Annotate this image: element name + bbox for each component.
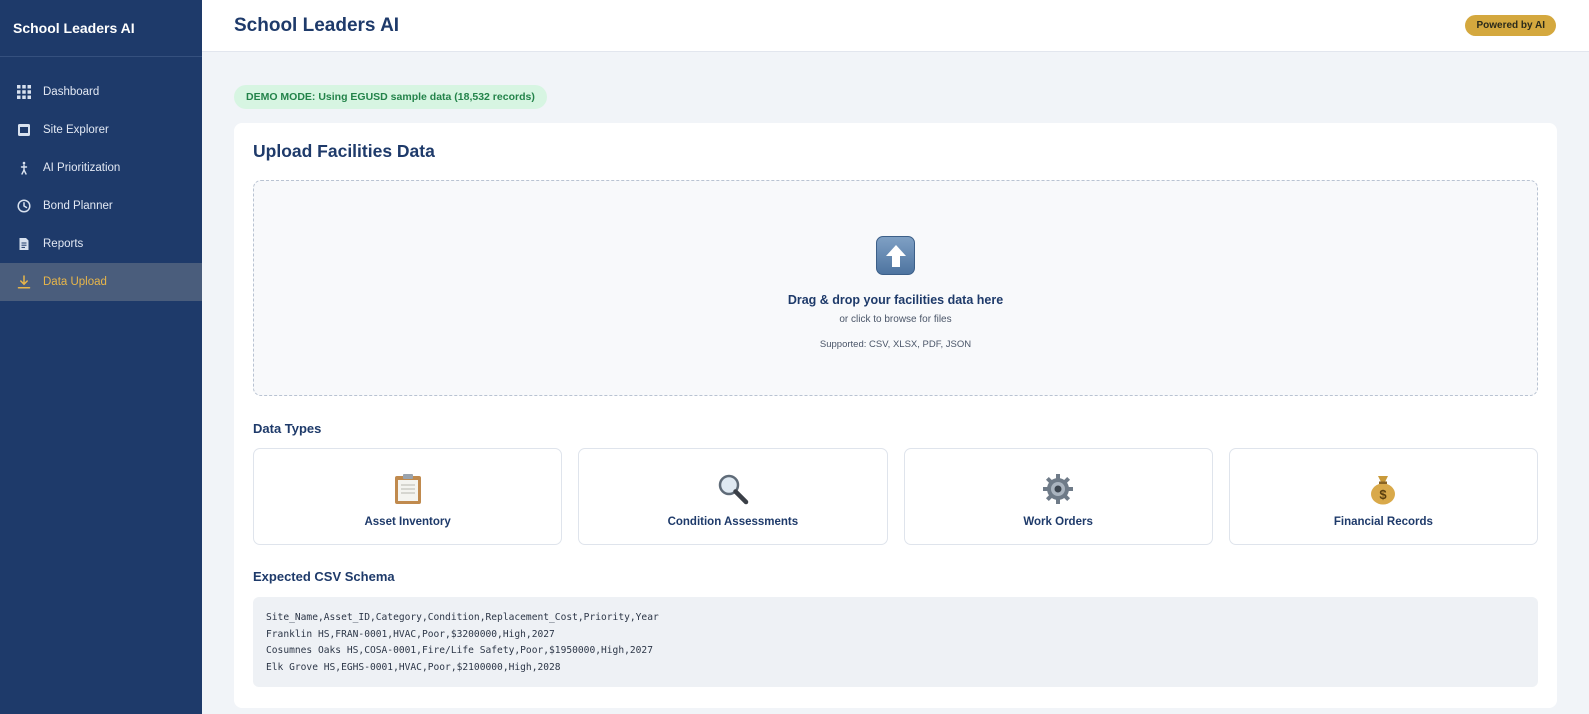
upload-card: Upload Facilities Data Drag & drop your … xyxy=(234,123,1557,708)
schema-line: Franklin HS,FRAN-0001,HVAC,Poor,$3200000… xyxy=(266,628,555,640)
download-icon xyxy=(16,275,31,290)
sidebar-item-site-explorer[interactable]: Site Explorer xyxy=(0,111,202,149)
data-type-label: Work Orders xyxy=(1023,515,1093,528)
sidebar-nav: Dashboard Site Explorer AI Prioritizatio… xyxy=(0,73,202,301)
sidebar-brand: School Leaders AI xyxy=(0,0,202,57)
data-type-label: Condition Assessments xyxy=(667,515,799,528)
dropzone-subtitle: or click to browse for files xyxy=(839,314,952,325)
upload-arrow-icon xyxy=(876,236,915,275)
main: School Leaders AI Powered by AI DEMO MOD… xyxy=(202,0,1589,714)
data-type-asset-inventory[interactable]: Asset Inventory xyxy=(253,448,563,545)
gear-icon xyxy=(1041,472,1075,506)
top-bar: School Leaders AI Powered by AI xyxy=(202,0,1589,52)
sidebar-item-label: Site Explorer xyxy=(43,124,109,136)
file-dropzone[interactable]: Drag & drop your facilities data here or… xyxy=(253,180,1538,396)
schema-line: Site_Name,Asset_ID,Category,Condition,Re… xyxy=(266,612,659,623)
upload-title: Upload Facilities Data xyxy=(253,141,435,161)
page-title: School Leaders AI xyxy=(234,14,400,36)
sidebar-item-data-upload[interactable]: Data Upload xyxy=(0,263,202,301)
sidebar-item-label: AI Prioritization xyxy=(43,162,121,174)
demo-mode-banner: DEMO MODE: Using EGUSD sample data (18,5… xyxy=(234,85,547,109)
sidebar-item-label: Bond Planner xyxy=(43,200,113,212)
powered-by-badge: Powered by AI xyxy=(1465,15,1556,36)
schema-line: Cosumnes Oaks HS,COSA-0001,Fire/Life Saf… xyxy=(266,645,653,656)
sidebar-item-ai-prioritization[interactable]: AI Prioritization xyxy=(0,149,202,187)
data-type-financial-records[interactable]: $ Financial Records xyxy=(1228,448,1538,545)
magnifier-icon xyxy=(716,472,750,506)
person-walk-icon xyxy=(16,161,31,176)
data-types-grid: Asset Inventory Condition Assessments Wo… xyxy=(253,448,1538,545)
schema-title: Expected CSV Schema xyxy=(253,569,395,584)
svg-text:$: $ xyxy=(1380,487,1388,502)
schema-line: Elk Grove HS,EGHS-0001,HVAC,Poor,$210000… xyxy=(266,661,561,673)
sidebar-item-reports[interactable]: Reports xyxy=(0,225,202,263)
dropzone-title: Drag & drop your facilities data here xyxy=(787,293,1004,307)
sidebar-item-label: Dashboard xyxy=(43,86,100,98)
sidebar: School Leaders AI Dashboard Site Explore… xyxy=(0,0,202,714)
data-type-label: Financial Records xyxy=(1333,515,1433,528)
building-icon xyxy=(16,123,31,138)
document-icon xyxy=(16,237,31,252)
sidebar-item-label: Reports xyxy=(43,238,84,250)
clipboard-icon xyxy=(391,472,425,506)
content: DEMO MODE: Using EGUSD sample data (18,5… xyxy=(202,52,1589,708)
sidebar-item-label: Data Upload xyxy=(43,276,107,288)
sidebar-item-dashboard[interactable]: Dashboard xyxy=(0,73,202,111)
sidebar-item-bond-planner[interactable]: Bond Planner xyxy=(0,187,202,225)
data-type-work-orders[interactable]: Work Orders xyxy=(903,448,1213,545)
clock-icon xyxy=(16,199,31,214)
data-type-label: Asset Inventory xyxy=(364,515,451,528)
grid-icon xyxy=(16,85,31,100)
supported-formats: Supported: CSV, XLSX, PDF, JSON xyxy=(819,339,972,350)
app: School Leaders AI Dashboard Site Explore… xyxy=(0,0,1589,714)
data-type-condition-assessments[interactable]: Condition Assessments xyxy=(578,448,888,545)
csv-schema-block: Site_Name,Asset_ID,Category,Condition,Re… xyxy=(253,597,1538,687)
money-bag-icon: $ xyxy=(1366,472,1400,506)
data-types-title: Data Types xyxy=(253,421,322,436)
